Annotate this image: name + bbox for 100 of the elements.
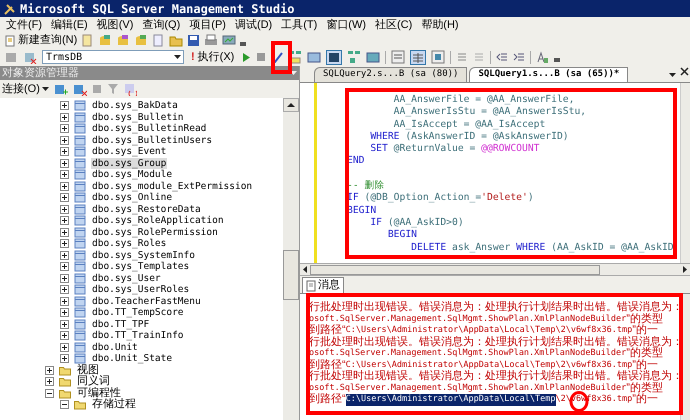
- expand-icon[interactable]: [60, 262, 69, 272]
- expand-icon[interactable]: [45, 366, 54, 375]
- expand-icon[interactable]: [60, 158, 69, 168]
- tree-item[interactable]: 视图: [76, 364, 100, 376]
- expand-icon[interactable]: [60, 101, 69, 110]
- tree-item[interactable]: 同义词: [76, 376, 111, 388]
- connect-icon[interactable]: [54, 82, 68, 96]
- tree-item[interactable]: dbo.TT_TempScore: [91, 307, 185, 318]
- tree-item[interactable]: dbo.sys_Bulletin: [91, 112, 185, 123]
- tree-item[interactable]: dbo.sys_RestoreData: [91, 204, 202, 215]
- database-dropdown[interactable]: TrmsDB: [42, 50, 184, 64]
- expand-icon[interactable]: [60, 239, 69, 248]
- tree-item[interactable]: dbo.TT_TPF: [91, 318, 150, 330]
- grid-icon[interactable]: [410, 50, 426, 64]
- expand-icon[interactable]: [60, 112, 69, 122]
- menu-item[interactable]: 文件(F): [6, 16, 42, 34]
- expand-icon[interactable]: [60, 228, 69, 237]
- expand-icon[interactable]: [60, 274, 69, 283]
- expand-icon[interactable]: [60, 170, 69, 180]
- menu-item[interactable]: 工具(T): [281, 16, 318, 34]
- menu-item[interactable]: 帮助(H): [421, 16, 459, 34]
- close-icon[interactable]: [680, 67, 689, 76]
- menu-item[interactable]: 社区(C): [375, 16, 412, 34]
- menu-item[interactable]: 调试(D): [234, 16, 272, 34]
- tree-item[interactable]: dbo.TeacherFastMenu: [91, 296, 202, 307]
- expand-icon[interactable]: [60, 320, 69, 329]
- tree-item[interactable]: dbo.Unit_State: [91, 353, 174, 364]
- execute-button[interactable]: ! 执行(X): [189, 48, 236, 66]
- expand-icon[interactable]: [60, 331, 69, 340]
- tree-item[interactable]: dbo.sys_SystemInfo: [91, 250, 196, 261]
- menu-item[interactable]: 项目(P): [189, 16, 226, 34]
- tree-item[interactable]: dbo.sys_Templates: [91, 261, 190, 272]
- expand-icon[interactable]: [60, 250, 69, 260]
- indent-icon[interactable]: [513, 51, 526, 63]
- tree-item[interactable]: 存储过程: [91, 399, 137, 410]
- dropdown-arrow-icon[interactable]: [669, 73, 676, 77]
- expand-icon[interactable]: [60, 136, 69, 145]
- disconnect-icon[interactable]: [72, 82, 87, 96]
- expand-icon[interactable]: [60, 182, 69, 191]
- database-icon[interactable]: [116, 34, 130, 47]
- expand-icon[interactable]: [60, 193, 69, 202]
- tree-item[interactable]: dbo.sys_RolePermission: [91, 226, 219, 238]
- scroll-thumb[interactable]: [283, 250, 299, 300]
- comment-icon[interactable]: [456, 51, 468, 63]
- tree-item[interactable]: dbo.sys_Group: [91, 158, 168, 169]
- collapse-icon[interactable]: [45, 388, 54, 398]
- menu-item[interactable]: 窗口(W): [326, 16, 366, 34]
- tree-item[interactable]: dbo.sys_Event: [91, 146, 168, 158]
- outdent-icon[interactable]: [496, 51, 508, 63]
- editor-tab[interactable]: SQLQuery1.s...B (sa (65))*: [469, 67, 628, 82]
- scroll-up-icon[interactable]: [283, 98, 299, 112]
- play-icon[interactable]: [241, 52, 252, 62]
- tree-item[interactable]: dbo.sys_UserRoles: [91, 284, 190, 296]
- menu-item[interactable]: 查询(Q): [142, 16, 180, 34]
- menu-item[interactable]: 视图(V): [96, 16, 134, 34]
- printer-icon[interactable]: [204, 34, 218, 47]
- menu-item[interactable]: 编辑(E): [51, 16, 88, 34]
- expand-icon[interactable]: [60, 216, 69, 226]
- file-results-icon[interactable]: [431, 50, 446, 64]
- messages-tab[interactable]: 消息: [302, 277, 344, 293]
- tree-item[interactable]: dbo.sys_BulletinRead: [91, 123, 208, 134]
- document-icon[interactable]: [81, 34, 94, 47]
- tree-item[interactable]: dbo.sys_BulletinUsers: [91, 134, 214, 146]
- tree-item[interactable]: dbo.sys_User: [91, 272, 162, 284]
- table-icon[interactable]: [307, 50, 322, 64]
- grid-icon[interactable]: [326, 50, 342, 64]
- horizontal-scrollbar[interactable]: [300, 263, 690, 276]
- editor-tab[interactable]: SQLQuery2.s...B (sa (80)): [314, 67, 468, 82]
- collapse-icon[interactable]: [60, 400, 69, 410]
- expand-icon[interactable]: [60, 204, 69, 214]
- expand-icon[interactable]: [60, 124, 69, 134]
- expand-icon[interactable]: [60, 147, 69, 156]
- tree-item[interactable]: dbo.sys_module_ExtPermission: [91, 180, 254, 192]
- expand-icon[interactable]: [60, 342, 69, 352]
- template-icon[interactable]: [536, 50, 550, 64]
- scroll-thumb[interactable]: [310, 264, 600, 274]
- expand-icon[interactable]: [60, 354, 69, 364]
- tree-item[interactable]: dbo.sys_Roles: [91, 238, 168, 250]
- tree-item[interactable]: dbo.sys_Online: [91, 192, 174, 204]
- dropdown-arrow-icon[interactable]: [42, 87, 49, 91]
- scrollbar[interactable]: [283, 98, 299, 420]
- save-icon[interactable]: [187, 34, 200, 47]
- tree-item[interactable]: dbo.sys_RoleApplication: [91, 215, 225, 226]
- table-icon[interactable]: [366, 50, 380, 64]
- tree-item[interactable]: dbo.sys_BakData: [91, 100, 179, 112]
- expand-icon[interactable]: [60, 285, 69, 294]
- tree-item[interactable]: dbo.Unit: [91, 342, 139, 353]
- tree-item[interactable]: dbo.TT_TrainInfo: [91, 330, 185, 342]
- monitor-icon[interactable]: [222, 34, 236, 47]
- scrollbar[interactable]: [680, 83, 690, 263]
- tree-item[interactable]: 可编程性: [76, 388, 122, 399]
- expand-icon[interactable]: [60, 296, 69, 306]
- document-icon[interactable]: [152, 34, 166, 47]
- connect-button[interactable]: 连接(O): [2, 80, 49, 98]
- new-query-button[interactable]: 新建查询(N): [4, 32, 78, 49]
- text-results-icon[interactable]: [391, 50, 406, 64]
- expand-icon[interactable]: [45, 377, 54, 386]
- server-disconnect-icon[interactable]: [23, 50, 37, 64]
- tree-item[interactable]: dbo.sys_Module: [91, 169, 174, 180]
- expand-icon[interactable]: [60, 308, 69, 318]
